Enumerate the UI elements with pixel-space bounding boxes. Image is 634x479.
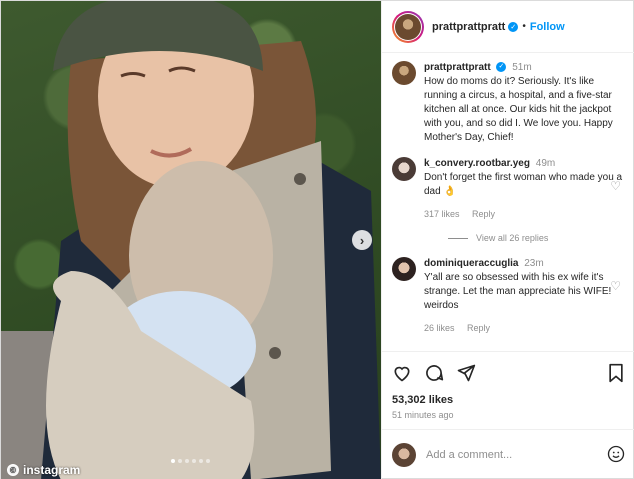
watermark-text: instagram [23,463,81,477]
comment-text: Don't forget the first woman who made yo… [424,172,623,197]
carousel-dots [171,459,210,463]
comment-time: 49m [535,158,556,169]
story-ring[interactable] [392,10,424,43]
emoji-icon[interactable] [607,445,625,466]
heart-icon[interactable] [392,363,412,386]
comment-likes[interactable]: 317 likes [424,209,460,219]
caption-text: How do moms do it? Seriously. It's like … [424,76,613,143]
carousel-dot [178,459,182,463]
likes-count[interactable]: 53,302 likes [392,394,625,406]
comment-likes[interactable]: 26 likes [424,323,455,333]
comment-username[interactable]: k_convery.rootbar.yeg [424,158,530,169]
comment-heart-icon[interactable]: ♡ [610,179,621,193]
comment-row: dominiqueraccuglia 23m Y'all are so obse… [392,257,625,335]
post-photo: › © instagram [1,1,381,479]
caption-username[interactable]: prattprattpratt [424,62,491,73]
commenter-avatar[interactable] [392,257,416,281]
carousel-dot [171,459,175,463]
instagram-post: › © instagram prattprattpratt ✓ • Follow [0,0,634,479]
reply-button[interactable]: Reply [467,323,490,333]
share-icon[interactable] [456,363,476,386]
post-time: 51 minutes ago [392,410,454,420]
comments-section: prattprattpratt ✓ 51m How do moms do it?… [382,53,634,351]
comment-heart-icon[interactable]: ♡ [610,279,621,293]
carousel-dot [199,459,203,463]
author-username[interactable]: prattprattpratt [432,21,505,33]
replies-line [448,237,468,239]
carousel-dot [192,459,196,463]
add-comment-bar: Add a comment... [382,429,634,479]
author-avatar[interactable] [395,13,421,40]
comment-username[interactable]: dominiqueraccuglia [424,258,518,269]
author-avatar[interactable] [392,61,416,85]
copyright-icon: © [7,464,19,476]
verified-badge-icon: ✓ [496,62,507,73]
post-actions: 53,302 likes 51 minutes ago [382,351,634,420]
caption-row: prattprattpratt ✓ 51m How do moms do it?… [392,61,625,145]
bookmark-icon[interactable] [607,363,625,386]
post-side-panel: prattprattpratt ✓ • Follow prattprattpra… [381,1,634,479]
comment-icon[interactable] [424,363,444,386]
follow-button[interactable]: Follow [530,21,565,33]
carousel-dot [206,459,210,463]
view-all-replies-label[interactable]: View all 26 replies [476,233,548,243]
next-photo-button[interactable]: › [352,230,372,250]
viewer-avatar [392,443,416,467]
instagram-watermark: © instagram [7,463,80,477]
caption-time: 51m [512,62,532,73]
separator-dot: • [522,21,526,32]
comment-text: Y'all are so obsessed with his ex wife i… [424,272,612,311]
comment-row: k_convery.rootbar.yeg 49m Don't forget t… [392,157,625,221]
view-all-replies[interactable]: View all 26 replies [448,233,625,243]
carousel-dot [185,459,189,463]
photo-illustration [1,1,381,479]
add-comment-input[interactable]: Add a comment... [426,449,597,461]
post-header: prattprattpratt ✓ • Follow [382,1,634,53]
reply-button[interactable]: Reply [472,209,495,219]
commenter-avatar[interactable] [392,157,416,181]
verified-badge-icon: ✓ [508,21,519,32]
comment-time: 23m [524,258,544,269]
